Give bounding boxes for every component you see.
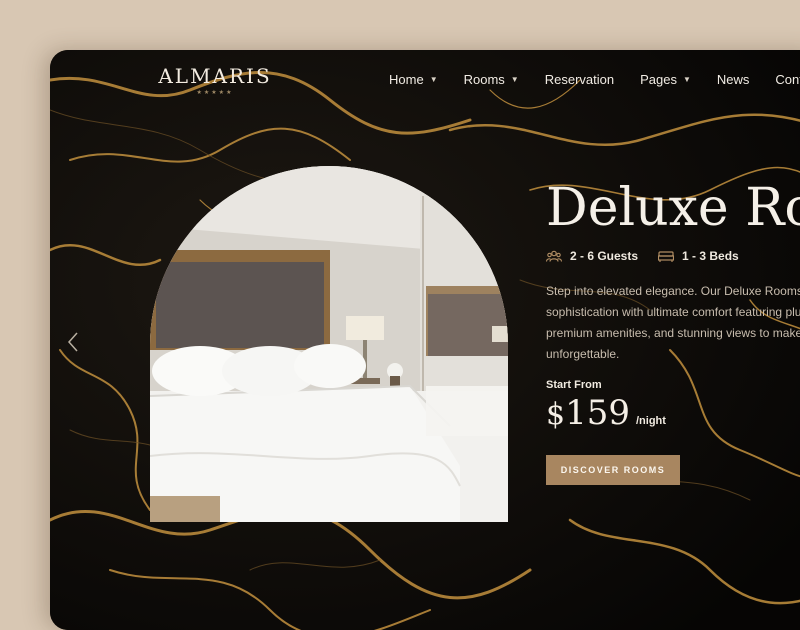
site-header: ALMARIS ★★★★★ Home ▼ Rooms ▼ Reservation…	[50, 50, 800, 112]
price-label: Start From	[546, 379, 602, 392]
nav-label: Contact	[775, 72, 800, 87]
beds-info: 1 - 3 Beds	[658, 249, 739, 263]
chevron-down-icon: ▼	[510, 75, 519, 84]
nav-label: Home	[389, 72, 424, 87]
price-unit: /night	[636, 415, 666, 428]
browser-frame: ALMARIS ★★★★★ Home ▼ Rooms ▼ Reservation…	[50, 50, 800, 630]
room-description: Step into elevated elegance. Our Deluxe …	[546, 284, 800, 362]
nav-item-contact[interactable]: Contact	[775, 72, 800, 87]
chevron-left-icon[interactable]	[66, 330, 80, 354]
nav-item-news[interactable]: News	[717, 72, 750, 87]
room-title: Deluxe Rooms	[546, 178, 800, 238]
chevron-down-icon: ▼	[682, 75, 691, 84]
discover-rooms-button[interactable]: DISCOVER ROOMS	[546, 455, 680, 486]
brand-logo[interactable]: ALMARIS ★★★★★	[150, 64, 280, 96]
logo-stars: ★★★★★	[196, 90, 234, 96]
main-nav: Home ▼ Rooms ▼ Reservation Pages ▼ News …	[389, 72, 800, 87]
guests-info: 2 - 6 Guests	[546, 249, 638, 263]
nav-item-pages[interactable]: Pages ▼	[640, 72, 691, 87]
price-amount: 159	[565, 393, 630, 434]
bed-icon	[658, 251, 675, 263]
nav-item-reservation[interactable]: Reservation	[545, 72, 614, 87]
nav-label: News	[716, 72, 750, 87]
logo-text: ALMARIS	[158, 64, 272, 88]
nav-item-home[interactable]: Home ▼	[389, 72, 438, 87]
guests-label: 2 - 6 Guests	[570, 249, 639, 264]
room-meta: 2 - 6 Guests 1 - 3 Beds	[546, 249, 800, 263]
price-currency: $	[546, 397, 566, 433]
nav-label: Rooms	[463, 72, 505, 87]
room-photo	[150, 166, 508, 522]
beds-label: 1 - 3 Beds	[682, 249, 739, 264]
price: $ 159 /night	[546, 393, 800, 433]
nav-item-rooms[interactable]: Rooms ▼	[464, 72, 519, 87]
chevron-down-icon: ▼	[429, 75, 438, 84]
nav-label: Reservation	[544, 72, 615, 87]
nav-label: Pages	[640, 72, 677, 87]
users-icon	[546, 250, 562, 262]
room-info: Deluxe Rooms 2 - 6 Guests	[546, 178, 800, 486]
